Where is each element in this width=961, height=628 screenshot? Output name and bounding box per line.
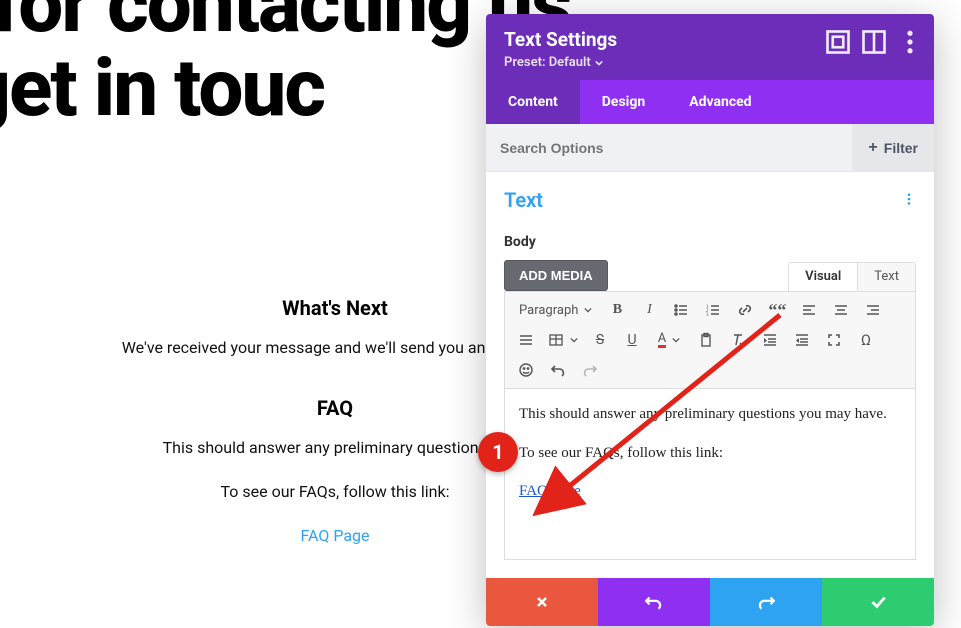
section-more-icon[interactable] [902,190,916,211]
numbered-list-button[interactable]: 123 [698,296,728,324]
save-button[interactable] [822,578,934,626]
special-char-button[interactable]: Ω [851,326,881,354]
settings-tabs: Content Design Advanced [486,80,934,124]
editor-faq-link[interactable]: FAQ Page [519,483,581,499]
cancel-button[interactable] [486,578,598,626]
snap-icon[interactable] [860,28,888,56]
table-dropdown[interactable] [543,326,583,354]
close-icon [534,594,550,610]
emoji-button[interactable] [511,356,541,384]
editor-paragraph-1: This should answer any preliminary quest… [519,403,901,426]
more-icon[interactable] [896,28,924,56]
text-settings-panel: Text Settings Preset: Default Content De… [486,14,934,626]
annotation-badge-1: 1 [478,432,518,472]
paragraph-label: Paragraph [519,303,578,318]
tab-advanced[interactable]: Advanced [667,80,773,124]
paragraph-dropdown[interactable]: Paragraph [511,296,600,324]
editor-tab-text[interactable]: Text [858,263,915,291]
filter-label: Filter [884,140,918,156]
reset-button[interactable] [598,578,710,626]
tab-design[interactable]: Design [580,80,667,124]
undo-icon [645,593,663,611]
editor-toolbar: Paragraph B I 123 ““ S U A Ω [504,291,916,389]
faq-page-link[interactable]: FAQ Page [300,526,369,545]
redo-icon [757,593,775,611]
clear-formatting-button[interactable] [723,326,753,354]
chevron-down-icon [595,59,603,67]
editor-tab-visual[interactable]: Visual [789,263,858,291]
preset-label: Preset: Default [504,55,591,70]
underline-button[interactable]: U [617,326,647,354]
expand-icon[interactable] [824,28,852,56]
indent-button[interactable] [755,326,785,354]
link-button[interactable] [730,296,760,324]
undo-button[interactable] [543,356,573,384]
panel-header: Text Settings Preset: Default [486,14,934,80]
panel-header-icons [824,28,924,56]
add-media-row: ADD MEDIA Visual Text [504,250,916,291]
redo-footer-button[interactable] [710,578,822,626]
editor-paragraph-2: To see our FAQs, follow this link: [519,442,901,465]
strikethrough-button[interactable]: S [585,326,615,354]
tab-content[interactable]: Content [486,80,580,124]
add-media-button[interactable]: ADD MEDIA [504,260,608,291]
bold-button[interactable]: B [602,296,632,324]
preset-selector[interactable]: Preset: Default [504,55,603,70]
align-left-button[interactable] [794,296,824,324]
editor-tabs: Visual Text [788,262,916,291]
check-icon [869,593,887,611]
editor-content[interactable]: This should answer any preliminary quest… [504,389,916,560]
fullscreen-button[interactable] [819,326,849,354]
filter-button[interactable]: + Filter [852,124,934,171]
outdent-button[interactable] [787,326,817,354]
paste-button[interactable] [691,326,721,354]
align-justify-button[interactable] [511,326,541,354]
align-center-button[interactable] [826,296,856,324]
section-title-row: Text [504,188,916,212]
section-body: Text Body ADD MEDIA Visual Text Paragrap… [486,172,934,578]
redo-button[interactable] [575,356,605,384]
bullet-list-button[interactable] [666,296,696,324]
chevron-down-icon [584,306,592,314]
section-title: Text [504,188,543,212]
svg-text:3: 3 [706,313,709,318]
align-right-button[interactable] [858,296,888,324]
panel-footer [486,578,934,626]
search-row: + Filter [486,124,934,172]
body-label: Body [504,234,916,250]
text-color-dropdown[interactable]: A [649,326,689,354]
blockquote-button[interactable]: ““ [762,296,792,324]
italic-button[interactable]: I [634,296,664,324]
headline-line2: We'll get in touc [0,41,324,135]
search-input[interactable] [500,140,852,156]
